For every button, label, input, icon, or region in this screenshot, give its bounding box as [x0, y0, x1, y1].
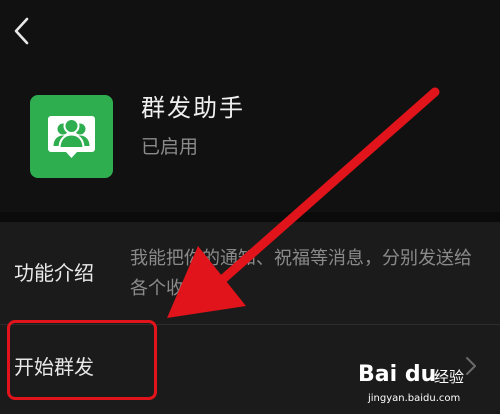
watermark-url: jingyan.baidu.com: [368, 393, 461, 404]
feature-intro-text: 我能把你的通知、祝福等消息，分别发送给各个收件人: [130, 248, 472, 299]
group-users-chat-icon: [30, 95, 113, 178]
feature-intro-label: 功能介绍: [14, 261, 94, 285]
app-status: 已启用: [141, 136, 199, 158]
top-bar: [0, 0, 500, 70]
watermark-logo: Bai du: [358, 362, 437, 387]
back-button[interactable]: [10, 14, 34, 48]
baidu-jingyan-watermark: Bai du 经验 jingyan.baidu.com: [350, 360, 496, 410]
highlight-box: [7, 320, 157, 400]
app-title: 群发助手: [141, 94, 245, 122]
section-separator: [0, 212, 500, 222]
screen: 群发助手 已启用 功能介绍 我能把你的通知、祝福等消息，分别发送给各个收件人 开…: [0, 0, 500, 414]
back-arrow-icon: [14, 17, 29, 45]
app-header: 群发助手 已启用: [0, 70, 500, 212]
watermark-jingyan: 经验: [434, 368, 465, 386]
feature-intro-row: 功能介绍 我能把你的通知、祝福等消息，分别发送给各个收件人: [0, 222, 500, 324]
